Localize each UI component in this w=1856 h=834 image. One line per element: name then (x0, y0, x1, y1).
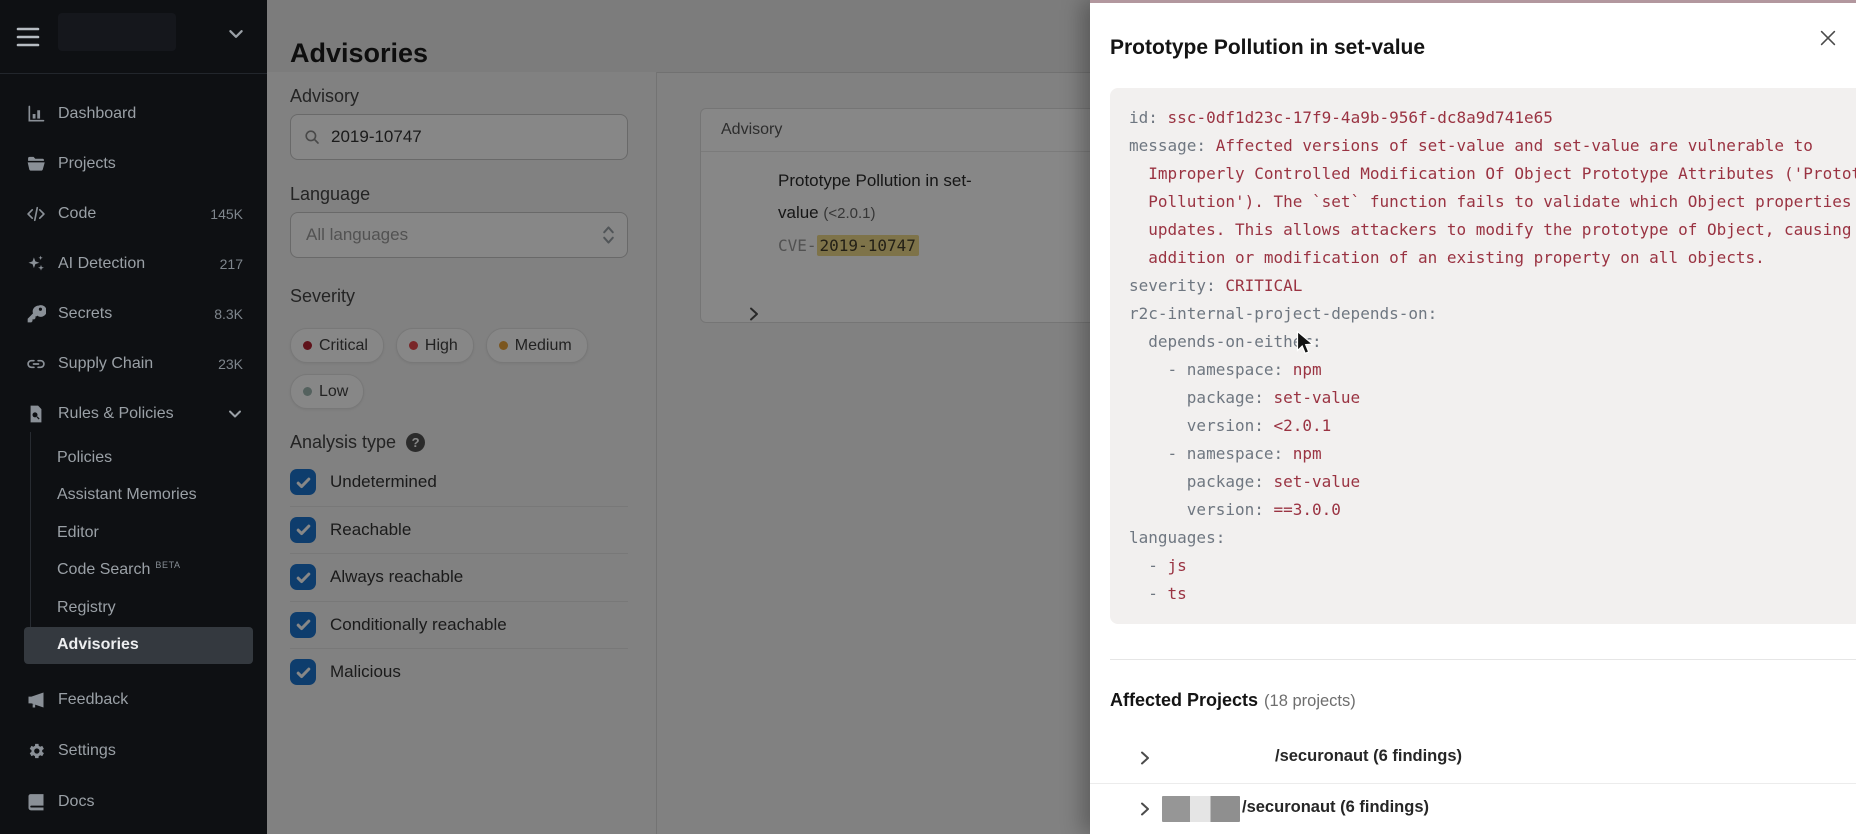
chevron-down-icon[interactable] (227, 25, 245, 43)
sidebar-item-label: Rules & Policies (58, 405, 174, 423)
sidebar-item-code[interactable]: Code 145K (0, 189, 267, 239)
chevron-right-icon[interactable] (1136, 800, 1154, 818)
affected-projects-list: /securonaut (6 findings) /securonaut (6 f… (1090, 733, 1856, 834)
sidebar-items: Dashboard Projects Code 145K AI Detection 217… (0, 74, 267, 439)
sidebar-item-assistant-memories[interactable]: Assistant Memories (0, 477, 267, 515)
sidebar-item-badge: 145K (210, 206, 243, 222)
beta-badge: BETA (155, 560, 180, 570)
yaml-line: - js (1129, 552, 1856, 580)
sidebar-item-label: Assistant Memories (57, 486, 197, 504)
sidebar-item-label: Supply Chain (58, 355, 153, 373)
sidebar-item-feedback[interactable]: Feedback (0, 674, 267, 725)
yaml-line: - namespace: npm (1129, 440, 1856, 468)
affected-project-row[interactable]: /securonaut (6 findings) (1090, 733, 1856, 784)
sidebar-item-projects[interactable]: Projects (0, 139, 267, 189)
affected-projects-count: (18 projects) (1264, 692, 1356, 710)
sidebar-item-rules-policies[interactable]: Rules & Policies (0, 389, 267, 439)
sidebar: Dashboard Projects Code 145K AI Detection 217… (0, 0, 267, 834)
yaml-line: message: Affected versions of set-value … (1129, 132, 1856, 160)
yaml-line: Pollution'). The `set` function fails to… (1129, 188, 1856, 216)
drawer-title: Prototype Pollution in set-value (1110, 36, 1425, 60)
yaml-line: severity: CRITICAL (1129, 272, 1856, 300)
sidebar-subitems: Policies Assistant Memories Editor Code Sea… (0, 439, 267, 664)
yaml-line: Improperly Controlled Modification Of Ob… (1129, 160, 1856, 188)
sidebar-item-label: Settings (58, 742, 116, 760)
feedback-icon (25, 689, 47, 711)
hamburger-menu-icon[interactable] (16, 26, 42, 48)
project-name: /securonaut (6 findings) (1275, 747, 1462, 766)
sidebar-item-advisories[interactable]: Advisories (24, 627, 253, 665)
yaml-line: languages: (1129, 524, 1856, 552)
sidebar-item-code-search[interactable]: Code Search BETA (0, 552, 267, 590)
sidebar-item-label: Advisories (57, 636, 139, 654)
sidebar-item-label: Editor (57, 524, 99, 542)
yaml-line: version: <2.0.1 (1129, 412, 1856, 440)
modal-dim-overlay[interactable] (267, 0, 1090, 834)
secrets-icon (25, 303, 47, 325)
yaml-line: package: set-value (1129, 468, 1856, 496)
settings-icon (25, 740, 47, 762)
redacted-org-name (1162, 796, 1240, 822)
supply-chain-icon (25, 353, 47, 375)
close-icon[interactable] (1812, 22, 1844, 54)
advisory-yaml-block: id: ssc-0df1d23c-17f9-4a9b-956f-dc8a9d74… (1110, 88, 1856, 624)
sidebar-item-label: Code (58, 205, 96, 223)
yaml-line: depends-on-either: (1129, 328, 1856, 356)
org-logo[interactable] (58, 13, 176, 51)
sidebar-item-label: Secrets (58, 305, 112, 323)
yaml-line: updates. This allows attackers to modify… (1129, 216, 1856, 244)
sidebar-item-label: Policies (57, 449, 112, 467)
sidebar-item-supply-chain[interactable]: Supply Chain 23K (0, 339, 267, 389)
rules-policies-icon (25, 403, 47, 425)
sidebar-item-label: Code Search (57, 561, 150, 579)
sidebar-header (0, 0, 267, 74)
ai-detection-icon (25, 253, 47, 275)
yaml-line: version: ==3.0.0 (1129, 496, 1856, 524)
mouse-cursor (1296, 330, 1318, 357)
yaml-line: addition or modification of an existing … (1129, 244, 1856, 272)
yaml-line: - namespace: npm (1129, 356, 1856, 384)
section-divider (1110, 659, 1856, 660)
yaml-line: package: set-value (1129, 384, 1856, 412)
advisory-yaml: id: ssc-0df1d23c-17f9-4a9b-956f-dc8a9d74… (1129, 104, 1856, 608)
sidebar-item-badge: 217 (220, 256, 243, 272)
yaml-line: id: ssc-0df1d23c-17f9-4a9b-956f-dc8a9d74… (1129, 104, 1856, 132)
sidebar-item-docs[interactable]: Docs (0, 776, 267, 827)
sidebar-item-secrets[interactable]: Secrets 8.3K (0, 289, 267, 339)
sidebar-item-dashboard[interactable]: Dashboard (0, 89, 267, 139)
sidebar-item-ai-detection[interactable]: AI Detection 217 (0, 239, 267, 289)
affected-projects-title: Affected Projects (1110, 690, 1258, 710)
docs-icon (25, 791, 47, 813)
sidebar-item-badge: 23K (218, 356, 243, 372)
dashboard-icon (25, 103, 47, 125)
sidebar-item-registry[interactable]: Registry (0, 589, 267, 627)
sidebar-item-label: Projects (58, 155, 116, 173)
sidebar-footer-items: Feedback Settings Docs (0, 674, 267, 827)
yaml-line: - ts (1129, 580, 1856, 608)
code-icon (25, 203, 47, 225)
window-top-strip (1090, 0, 1856, 3)
sidebar-item-label: Registry (57, 599, 116, 617)
projects-icon (25, 153, 47, 175)
chevron-right-icon[interactable] (1136, 749, 1154, 767)
app-window: Dashboard Projects Code 145K AI Detection 217… (0, 0, 1856, 834)
affected-projects-header: Affected Projects (18 projects) (1110, 690, 1356, 711)
sidebar-item-label: Dashboard (58, 105, 136, 123)
sidebar-item-label: AI Detection (58, 255, 145, 273)
sidebar-item-label: Docs (58, 793, 94, 811)
sidebar-item-settings[interactable]: Settings (0, 725, 267, 776)
advisory-detail-drawer: Prototype Pollution in set-value id: ssc… (1090, 0, 1856, 834)
yaml-line: r2c-internal-project-depends-on: (1129, 300, 1856, 328)
sidebar-item-editor[interactable]: Editor (0, 514, 267, 552)
chevron-down-icon (227, 406, 243, 422)
sidebar-item-label: Feedback (58, 691, 128, 709)
affected-project-row[interactable]: /securonaut (6 findings) (1090, 784, 1856, 834)
sidebar-item-policies[interactable]: Policies (0, 439, 267, 477)
project-name: /securonaut (6 findings) (1242, 798, 1429, 817)
sidebar-item-badge: 8.3K (214, 306, 243, 322)
